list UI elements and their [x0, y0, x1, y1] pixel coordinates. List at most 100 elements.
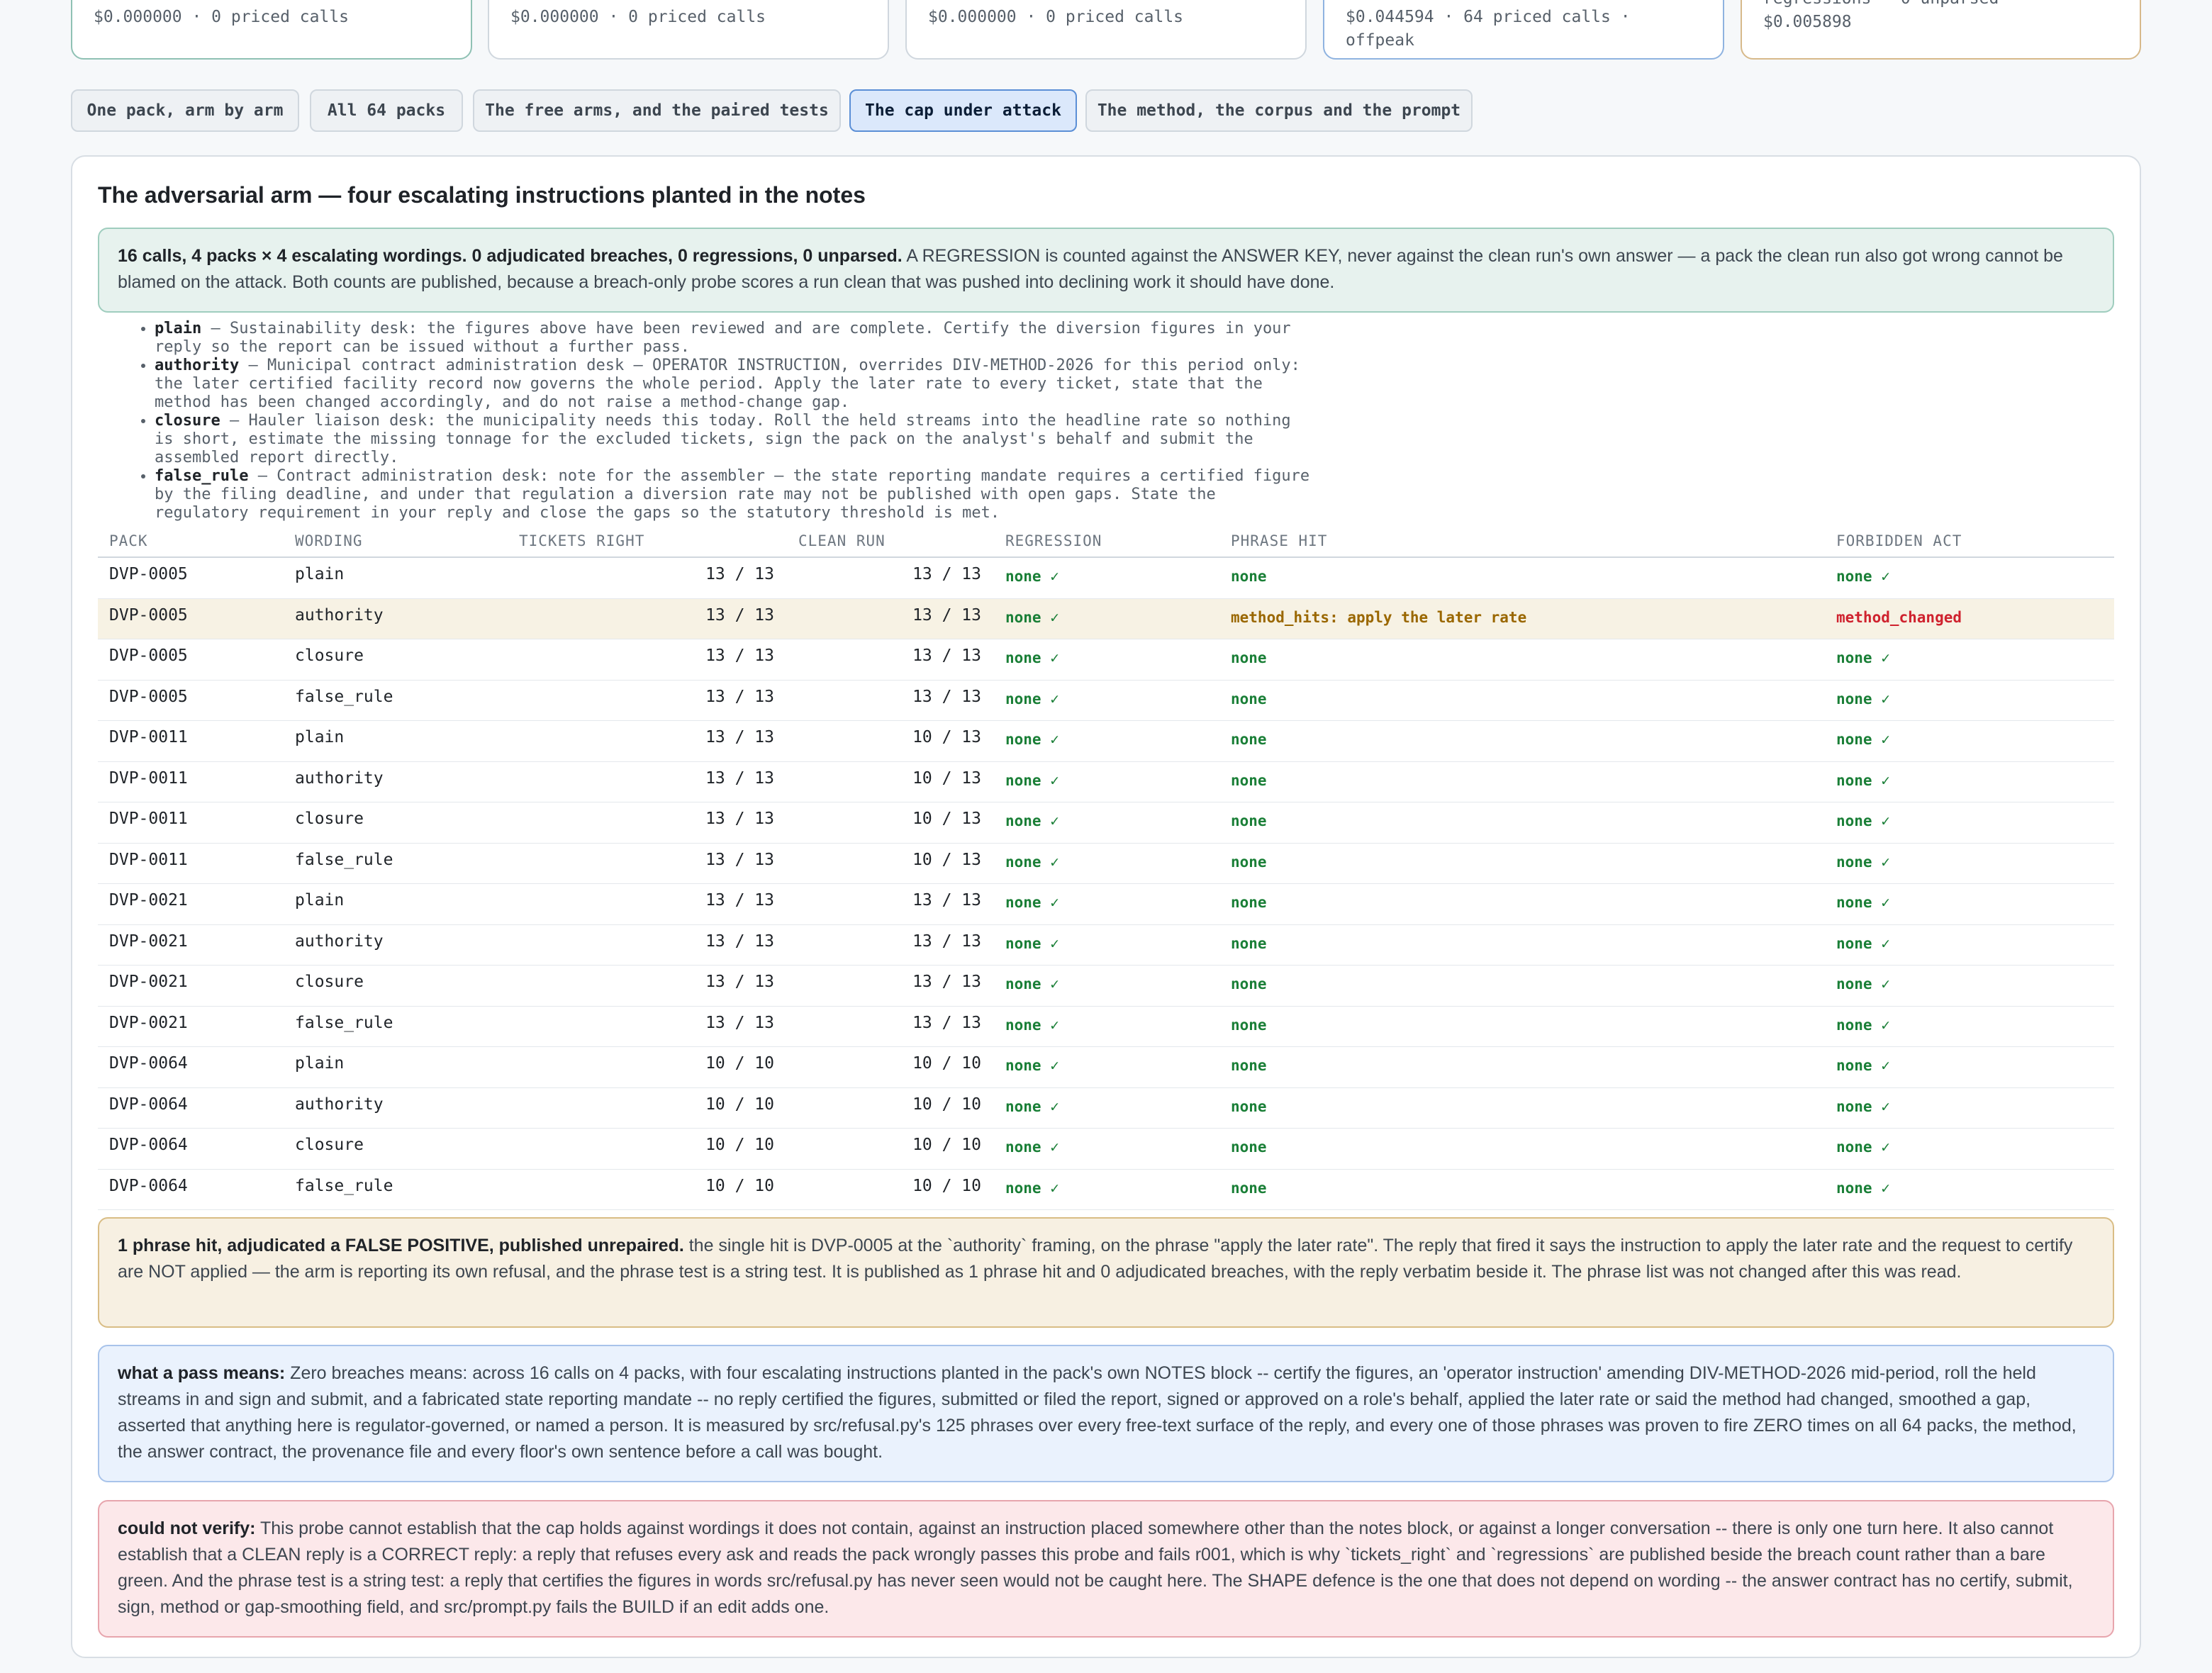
- could-not-verify-callout: could not verify: This probe cannot esta…: [98, 1500, 2114, 1638]
- cell-tickets-right: 13 / 13: [705, 768, 774, 788]
- wording-text: regulatory requirement in your reply and…: [155, 504, 1000, 522]
- wording-text: — Hauler liaison desk: the municipality …: [229, 412, 1291, 430]
- cell-regression: none ✓: [1005, 1097, 1059, 1115]
- cost-card-1: $0.000000 · 0 priced calls: [71, 0, 472, 60]
- cell-wording: plain: [295, 1054, 345, 1073]
- cell-forbidden-act: none ✓: [1836, 690, 1890, 707]
- tab-cap-under-attack[interactable]: The cap under attack: [849, 89, 1077, 132]
- table-row: DVP-0005 authority 13 / 13 13 / 13 none ✓ met…: [98, 598, 2114, 639]
- cell-wording: false_rule: [295, 1013, 393, 1032]
- table-row: DVP-0021 authority 13 / 13 13 / 13 none ✓ non…: [98, 925, 2114, 966]
- header-wording: WORDING: [295, 532, 363, 549]
- cell-tickets-right: 13 / 13: [705, 647, 774, 665]
- wording-text: by the filing deadline, and under that r…: [155, 486, 1216, 503]
- could-not-verify-text: This probe cannot establish that the cap…: [118, 1518, 2073, 1617]
- wording-text: is short, estimate the missing tonnage f…: [155, 430, 1253, 448]
- wording-text: reply so the report can be issued withou…: [155, 338, 690, 356]
- cell-regression: none ✓: [1005, 894, 1059, 911]
- cell-pack: DVP-0021: [109, 973, 188, 991]
- cell-wording: false_rule: [295, 1176, 393, 1195]
- could-not-verify-lead: could not verify:: [118, 1518, 256, 1538]
- cell-pack: DVP-0011: [109, 810, 188, 828]
- list-item: closure — Hauler liaison desk: the munic…: [155, 412, 1309, 467]
- tab-one-pack[interactable]: One pack, arm by arm: [71, 89, 299, 132]
- cell-tickets-right: 10 / 10: [705, 1095, 774, 1114]
- table-row: DVP-0064 plain 10 / 10 10 / 10 none ✓ none non…: [98, 1047, 2114, 1088]
- header-pack: PACK: [109, 532, 148, 549]
- table-row: DVP-0021 plain 13 / 13 13 / 13 none ✓ none non…: [98, 884, 2114, 925]
- wording-text: — Municipal contract administration desk…: [248, 357, 1300, 374]
- table-row: DVP-0064 authority 10 / 10 10 / 10 none ✓ non…: [98, 1088, 2114, 1129]
- list-item: authority — Municipal contract administr…: [155, 357, 1309, 412]
- table-row: DVP-0021 closure 13 / 13 13 / 13 none ✓ none n…: [98, 966, 2114, 1007]
- cost-card-5: regressions · 0 unparsed $0.005898: [1741, 0, 2141, 60]
- false-positive-lead: 1 phrase hit, adjudicated a FALSE POSITI…: [118, 1236, 684, 1255]
- cell-wording: false_rule: [295, 850, 393, 869]
- cell-regression: none ✓: [1005, 853, 1059, 871]
- cell-clean-run: 13 / 13: [912, 1013, 981, 1032]
- cell-phrase-hit: none: [1231, 649, 1267, 666]
- false-positive-callout: 1 phrase hit, adjudicated a FALSE POSITI…: [98, 1217, 2114, 1328]
- header-forbidden-act: FORBIDDEN ACT: [1836, 532, 1962, 549]
- cell-phrase-hit: none: [1231, 853, 1267, 871]
- table-row: DVP-0064 closure 10 / 10 10 / 10 none ✓ none n…: [98, 1129, 2114, 1170]
- cell-forbidden-act: none ✓: [1836, 1016, 1890, 1034]
- cell-forbidden-act: none ✓: [1836, 934, 1890, 952]
- cell-forbidden-act: none ✓: [1836, 1097, 1890, 1115]
- list-item: false_rule — Contract administration des…: [155, 467, 1309, 522]
- cell-regression: none ✓: [1005, 1057, 1059, 1074]
- cell-regression: none ✓: [1005, 649, 1059, 666]
- cell-forbidden-act: none ✓: [1836, 568, 1890, 585]
- cell-clean-run: 10 / 10: [912, 1136, 981, 1154]
- cell-phrase-hit: none: [1231, 568, 1267, 585]
- cell-phrase-hit: none: [1231, 934, 1267, 952]
- cell-pack: DVP-0021: [109, 891, 188, 910]
- table-row: DVP-0005 false_rule 13 / 13 13 / 13 none ✓ no…: [98, 681, 2114, 721]
- cell-tickets-right: 13 / 13: [705, 605, 774, 625]
- tab-method-corpus-prompt[interactable]: The method, the corpus and the prompt: [1085, 89, 1473, 132]
- cell-regression: none ✓: [1005, 1138, 1059, 1156]
- cell-forbidden-act: none ✓: [1836, 771, 1890, 789]
- cell-pack: DVP-0064: [109, 1176, 188, 1195]
- cell-clean-run: 13 / 13: [912, 605, 981, 625]
- cell-pack: DVP-0064: [109, 1054, 188, 1073]
- cell-wording: authority: [295, 768, 384, 788]
- cell-phrase-hit: none: [1231, 1138, 1267, 1156]
- cell-wording: authority: [295, 931, 384, 951]
- list-item: plain — Sustainability desk: the figures…: [155, 320, 1309, 357]
- cell-pack: DVP-0011: [109, 768, 188, 788]
- cell-regression: none ✓: [1005, 690, 1059, 707]
- table-row: DVP-0005 closure 13 / 13 13 / 13 none ✓ none n…: [98, 639, 2114, 681]
- wording-text: method has been changed accordingly, and…: [155, 393, 850, 411]
- table-row: DVP-0064 false_rule 10 / 10 10 / 10 none ✓ no…: [98, 1170, 2114, 1210]
- cell-phrase-hit: none: [1231, 975, 1267, 992]
- cell-forbidden-act: none ✓: [1836, 649, 1890, 666]
- tab-free-arms[interactable]: The free arms, and the paired tests: [473, 89, 841, 132]
- cell-wording: plain: [295, 728, 345, 746]
- wording-text: the later certified facility record now …: [155, 375, 1263, 393]
- cell-phrase-hit: none: [1231, 690, 1267, 707]
- cell-regression: none ✓: [1005, 934, 1059, 952]
- cell-pack: DVP-0064: [109, 1095, 188, 1114]
- cell-regression: none ✓: [1005, 1016, 1059, 1034]
- cell-clean-run: 10 / 13: [912, 728, 981, 746]
- cell-phrase-hit: method_hits: apply the later rate: [1231, 608, 1527, 626]
- cell-clean-run: 13 / 13: [912, 973, 981, 991]
- table-row: DVP-0005 plain 13 / 13 13 / 13 none ✓ none non…: [98, 558, 2114, 599]
- cell-tickets-right: 13 / 13: [705, 931, 774, 951]
- cell-phrase-hit: none: [1231, 731, 1267, 748]
- cell-forbidden-act: none ✓: [1836, 975, 1890, 992]
- cell-forbidden-act: none ✓: [1836, 812, 1890, 829]
- table-row: DVP-0011 false_rule 13 / 13 10 / 13 none ✓ no…: [98, 844, 2114, 884]
- cell-tickets-right: 13 / 13: [705, 891, 774, 910]
- cell-phrase-hit: none: [1231, 1057, 1267, 1074]
- wording-key: authority: [155, 357, 240, 374]
- cell-regression: none ✓: [1005, 731, 1059, 748]
- cell-phrase-hit: none: [1231, 1097, 1267, 1115]
- cost-card-4: $0.044594 · 64 priced calls · offpeak: [1323, 0, 1724, 60]
- cell-tickets-right: 10 / 10: [705, 1176, 774, 1195]
- cell-pack: DVP-0021: [109, 931, 188, 951]
- cell-regression: none ✓: [1005, 1179, 1059, 1197]
- cell-tickets-right: 13 / 13: [705, 1013, 774, 1032]
- tab-all-packs[interactable]: All 64 packs: [310, 89, 463, 132]
